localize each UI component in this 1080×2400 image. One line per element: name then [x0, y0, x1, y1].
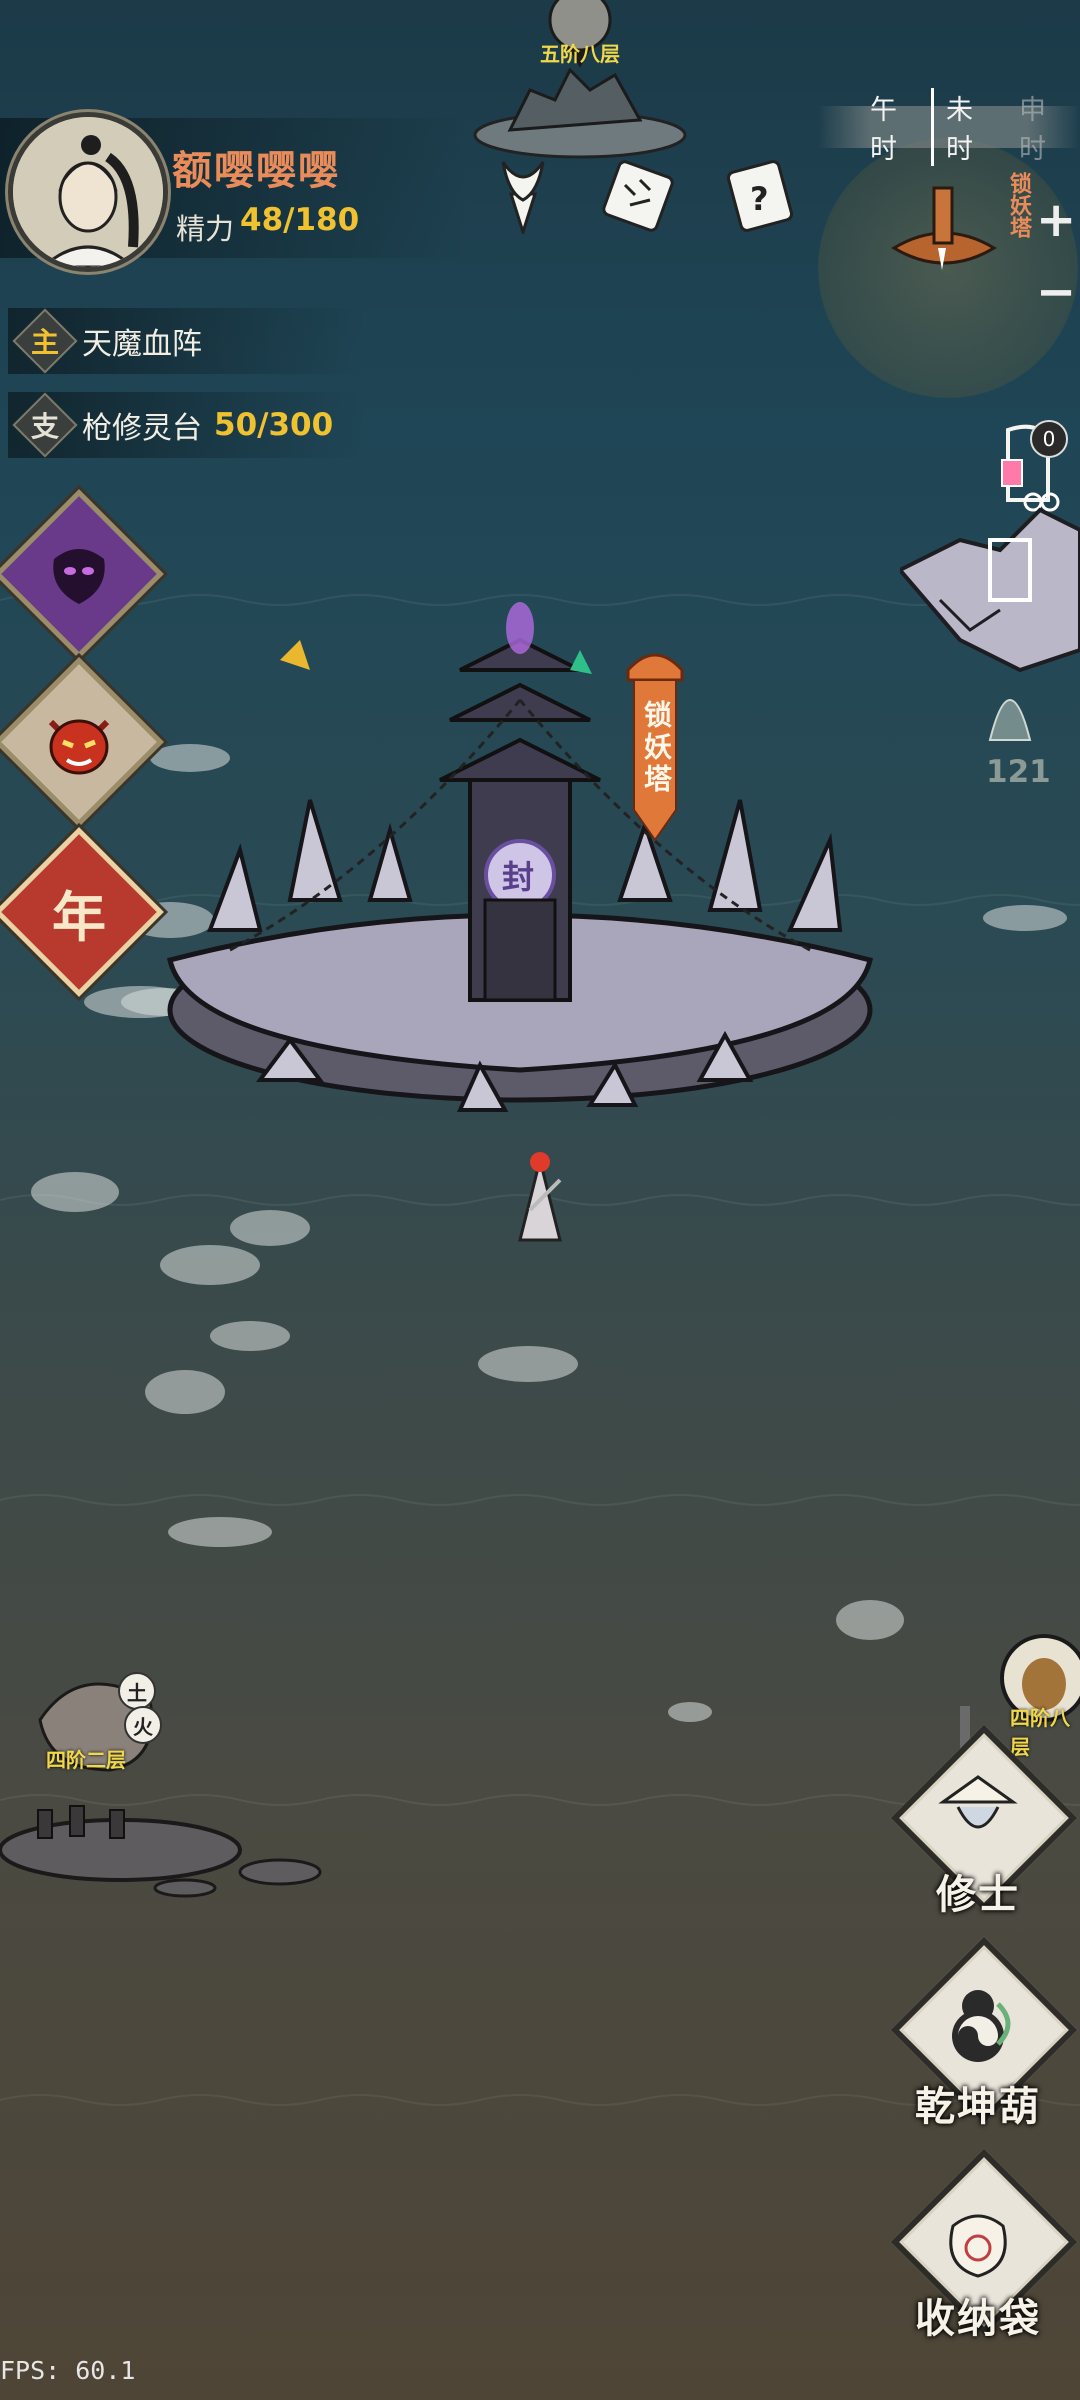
- node-label-left: 四阶二层: [46, 1748, 126, 1772]
- tower-banner-label: 锁妖塔: [640, 700, 673, 796]
- event-demon-button[interactable]: [0, 489, 164, 659]
- fps-counter: FPS: 60.1: [0, 2356, 136, 2385]
- demon-skull-icon: [53, 549, 105, 604]
- zoom-out-button[interactable]: −: [1036, 264, 1076, 320]
- lantern-count: 0: [1042, 427, 1056, 451]
- scroll-quest-icon[interactable]: ?: [720, 150, 800, 236]
- torch-icon[interactable]: [488, 150, 558, 234]
- gourd-button[interactable]: 乾坤葫: [890, 1936, 1078, 2130]
- storage-bag-icon: [949, 2214, 1007, 2278]
- element-chip-fire: 火: [124, 1706, 162, 1744]
- quest-main[interactable]: 主 天魔血阵: [8, 308, 368, 374]
- spirit-count: 121: [986, 754, 1051, 790]
- minimap-label: 锁妖塔: [1006, 172, 1031, 238]
- time-segment-2: 未时: [931, 88, 1007, 166]
- year-icon: 年: [51, 884, 106, 949]
- quest-main-title: 天魔血阵: [82, 327, 202, 362]
- quest-side-progress: 50/300: [214, 407, 334, 443]
- quest-side-badge: 支: [12, 392, 78, 458]
- storage-bag-label: 收纳袋: [915, 2295, 1041, 2342]
- cultivator-icon: [938, 1775, 1018, 1829]
- gourd-icon: [952, 1990, 1011, 2062]
- stamina-value: 48/180: [240, 202, 360, 238]
- quest-side-title: 枪修灵台: [82, 411, 202, 446]
- node-label-top: 五阶八层: [540, 42, 620, 66]
- island-right[interactable]: [900, 480, 1080, 700]
- time-segment-1: 午时: [870, 95, 897, 165]
- scroll-manual-icon[interactable]: [600, 150, 680, 236]
- player-avatar[interactable]: [8, 112, 168, 272]
- red-oni-mask-icon: [48, 719, 110, 775]
- event-year-button[interactable]: 年: [0, 827, 164, 997]
- quest-main-badge: 主: [12, 308, 78, 374]
- zoom-in-button[interactable]: +: [1036, 192, 1076, 248]
- stamina-label: 精力: [176, 212, 235, 246]
- svg-text:?: ?: [750, 180, 769, 218]
- quest-side[interactable]: 支 枪修灵台 50/300: [8, 392, 368, 458]
- tower-banner[interactable]: 锁妖塔: [622, 640, 688, 850]
- cultivator-label: 修士: [936, 1871, 1020, 1918]
- time-bar: 午时 未时 申时: [818, 88, 1080, 166]
- avatar-portrait-icon: [13, 117, 163, 267]
- cultivator-button[interactable]: 修士: [890, 1724, 1078, 1918]
- spirit-icon[interactable]: [980, 680, 1040, 750]
- gourd-label: 乾坤葫: [915, 2083, 1041, 2130]
- storage-bag-button[interactable]: 收纳袋: [890, 2148, 1078, 2342]
- event-oni-button[interactable]: [0, 657, 164, 827]
- lock-demon-tower-island[interactable]: 封: [140, 600, 900, 1160]
- tower-seal: 封: [502, 858, 534, 896]
- player-character[interactable]: [500, 1140, 580, 1260]
- player-name: 额嘤嘤嘤: [172, 147, 340, 194]
- element-chip-earth: 土: [118, 1672, 156, 1710]
- island-top[interactable]: [470, 0, 710, 170]
- time-segment-3: 申时: [1019, 95, 1046, 165]
- minimap-tower-icon: [891, 186, 997, 270]
- lantern-count-badge: 0: [1030, 420, 1068, 458]
